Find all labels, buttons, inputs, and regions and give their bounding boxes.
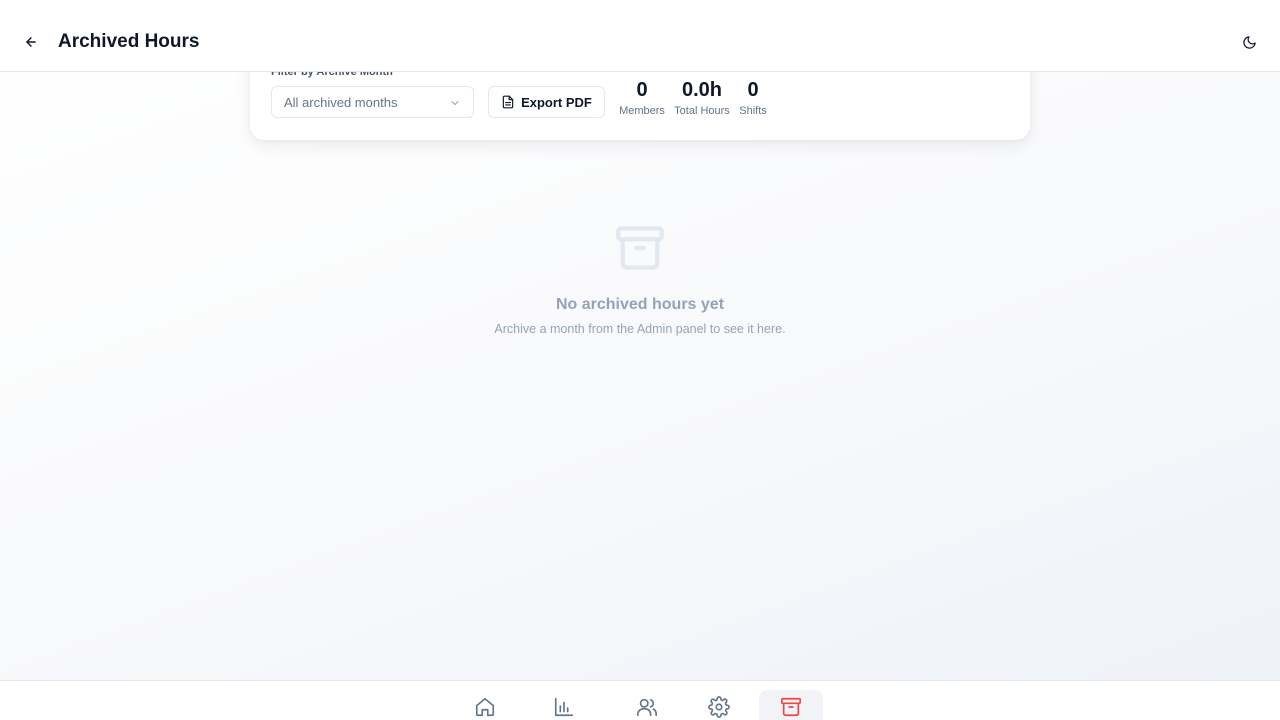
bottom-nav [0, 680, 1280, 720]
archive-icon [612, 222, 668, 274]
page-title: Archived Hours [58, 31, 200, 52]
home-icon [475, 697, 495, 717]
members-label: Members [619, 105, 665, 117]
empty-state-description: Archive a month from the Admin panel to … [494, 322, 786, 336]
nav-item-archive[interactable] [759, 690, 823, 720]
shifts-count: 0 [747, 79, 759, 101]
app-header: Archived Hours [0, 0, 1280, 72]
export-pdf-label: Export PDF [521, 94, 592, 110]
nav-item-stats[interactable] [532, 690, 596, 720]
users-icon [637, 698, 657, 717]
arrow-left-icon [26, 37, 36, 47]
file-text-icon [502, 95, 514, 109]
back-button[interactable] [16, 28, 46, 56]
shifts-stat: 0 Shifts [736, 78, 770, 118]
empty-state: No archived hours yet Archive a month fr… [440, 222, 840, 338]
archive-month-select[interactable]: All archived months [271, 86, 474, 118]
archive-month-select-value: All archived months [284, 94, 398, 110]
archive-icon [781, 697, 801, 717]
export-pdf-button[interactable]: Export PDF [488, 86, 605, 118]
gear-icon [708, 696, 730, 718]
nav-item-settings[interactable] [687, 690, 751, 720]
bar-chart-icon [554, 697, 574, 717]
nav-item-team[interactable] [615, 690, 679, 720]
theme-toggle-button[interactable] [1236, 29, 1262, 55]
total-hours-stat: 0.0h Total Hours [674, 78, 730, 118]
shifts-label: Shifts [739, 105, 767, 117]
members-count: 0 [636, 79, 648, 101]
moon-icon [1242, 35, 1256, 49]
chevron-down-icon [449, 97, 461, 109]
empty-state-title: No archived hours yet [555, 296, 725, 313]
total-hours-value: 0.0h [681, 79, 723, 101]
members-stat: 0 Members [616, 78, 668, 118]
nav-item-home[interactable] [453, 690, 517, 720]
total-hours-label: Total Hours [674, 105, 730, 117]
